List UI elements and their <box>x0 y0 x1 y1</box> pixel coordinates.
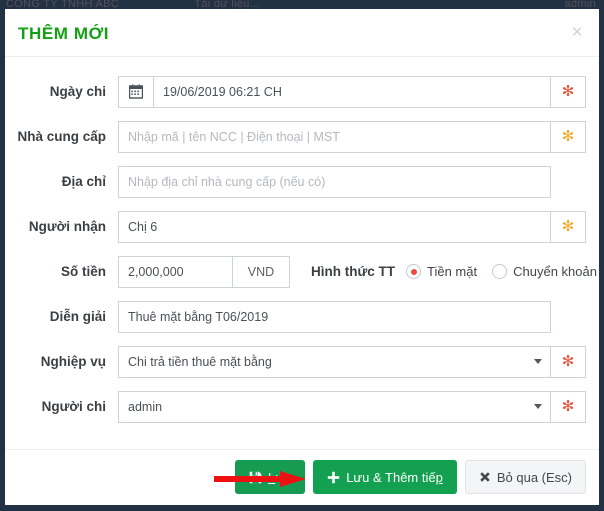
modal-body: Ngày chi 19/06/2019 06:21 CH ✻ Nhà cung … <box>5 57 599 449</box>
required-asterisk-nguoi-chi: ✻ <box>551 390 586 423</box>
radio-dot-tien-mat[interactable] <box>406 264 422 279</box>
background-truncated-topbar: admin CÔNG TY TNHH ABC Tải dữ liệu... <box>0 0 604 9</box>
label-dia-chi: Địa chỉ <box>61 174 106 189</box>
radio-label-chuyen-khoan: Chuyển khoản <box>513 264 597 279</box>
save-button-label: Lưu <box>268 470 291 485</box>
required-asterisk-nghiep-vu: ✻ <box>551 345 586 378</box>
modal-header: THÊM MỚI × <box>5 9 599 57</box>
label-nghiep-vu: Nghiệp vụ <box>40 354 106 369</box>
save-button-rest: ưu <box>275 469 292 485</box>
radio-option-tien-mat[interactable]: Tiền mặt <box>406 264 477 279</box>
supplier-input[interactable] <box>118 120 551 153</box>
required-spacer-dia-chi <box>551 166 586 198</box>
field-wrap-so-tien: VND Hình thức TT Tiền mặt Chuyển khoản <box>118 255 597 288</box>
cancel-button-label: Bỏ qua (Esc) <box>496 469 572 485</box>
label-so-tien: Số tiền <box>60 264 106 279</box>
save-icon <box>249 471 262 484</box>
currency-unit-label: VND <box>232 255 290 288</box>
required-asterisk-nguoi-nhan: ✻ <box>551 210 586 243</box>
field-wrap-nguoi-chi: admin ✻ <box>118 390 586 423</box>
modal-footer: Lưu Lưu & Thêm tiếp Bỏ qua (Esc) <box>5 449 599 504</box>
required-asterisk-ngay-chi: ✻ <box>551 75 586 108</box>
label-dien-giai: Diễn giải <box>49 309 106 324</box>
save-button[interactable]: Lưu <box>235 460 306 494</box>
background-topbar-right: admin <box>564 0 596 9</box>
field-row-ngay-chi: Ngày chi 19/06/2019 06:21 CH ✻ <box>5 69 599 114</box>
field-row-nghiep-vu: Nghiệp vụ Chi trả tiền thuê mặt bằng ✻ <box>5 339 599 384</box>
operation-select-value[interactable]: Chi trả tiền thuê mặt bằng <box>118 345 551 378</box>
field-wrap-nha-cung-cap: ✻ <box>118 120 586 153</box>
receiver-input[interactable] <box>118 210 551 243</box>
field-wrap-dien-giai <box>118 300 586 333</box>
save-and-continue-label: Lưu & Thêm tiếp <box>346 470 443 485</box>
close-icon[interactable]: × <box>566 22 588 44</box>
payment-method-group: Hình thức TT Tiền mặt Chuyển khoản <box>311 256 599 288</box>
field-row-dia-chi: Địa chỉ <box>5 159 599 204</box>
required-asterisk-nha-cung-cap: ✻ <box>551 120 586 153</box>
field-wrap-ngay-chi: ✻ <box>118 75 586 108</box>
field-wrap-dia-chi <box>118 165 586 198</box>
payer-select[interactable]: admin <box>118 390 551 423</box>
radio-label-tien-mat: Tiền mặt <box>427 264 478 279</box>
calendar-icon[interactable] <box>118 75 153 108</box>
cancel-button[interactable]: Bỏ qua (Esc) <box>464 460 586 494</box>
label-nha-cung-cap: Nhà cung cấp <box>17 129 106 144</box>
address-input[interactable] <box>118 165 551 198</box>
background-topbar-left: CÔNG TY TNHH ABC <box>6 0 119 9</box>
add-new-modal: THÊM MỚI × Ngày chi 19/06/2019 06:21 CH … <box>5 9 599 505</box>
field-wrap-nghiep-vu: Chi trả tiền thuê mặt bằng ✻ <box>118 345 586 378</box>
field-row-dien-giai: Diễn giải <box>5 294 599 339</box>
field-wrap-nguoi-nhan: ✻ <box>118 210 586 243</box>
radio-option-chuyen-khoan[interactable]: Chuyển khoản <box>492 264 597 279</box>
amount-input[interactable] <box>118 255 232 288</box>
radio-dot-chuyen-khoan[interactable] <box>492 264 508 279</box>
plus-icon <box>327 471 340 484</box>
label-ngay-chi: Ngày chi <box>49 84 106 99</box>
field-row-nha-cung-cap: Nhà cung cấp ✻ <box>5 114 599 159</box>
label-nguoi-nhan: Người nhận <box>28 219 106 234</box>
required-spacer-dien-giai <box>551 301 586 333</box>
sac-part1: Lưu & Thêm tiế <box>346 469 436 485</box>
field-row-so-tien: Số tiền VND Hình thức TT Tiền mặt Chuyển… <box>5 249 599 294</box>
description-input[interactable] <box>118 300 551 333</box>
times-icon <box>479 471 491 483</box>
field-row-nguoi-nhan: Người nhận ✻ <box>5 204 599 249</box>
save-and-continue-button[interactable]: Lưu & Thêm tiếp <box>313 460 457 494</box>
label-nguoi-chi: Người chi <box>41 399 106 414</box>
date-input[interactable] <box>153 75 551 108</box>
operation-select[interactable]: Chi trả tiền thuê mặt bằng <box>118 345 551 378</box>
sac-accesskey: p <box>435 469 443 485</box>
page-title: THÊM MỚI <box>18 24 110 43</box>
payer-select-value[interactable]: admin <box>118 390 551 423</box>
field-row-nguoi-chi: Người chi admin ✻ <box>5 384 599 429</box>
label-hinh-thuc-tt: Hình thức TT <box>311 264 396 279</box>
background-topbar-mid: Tải dữ liệu... <box>194 0 260 9</box>
